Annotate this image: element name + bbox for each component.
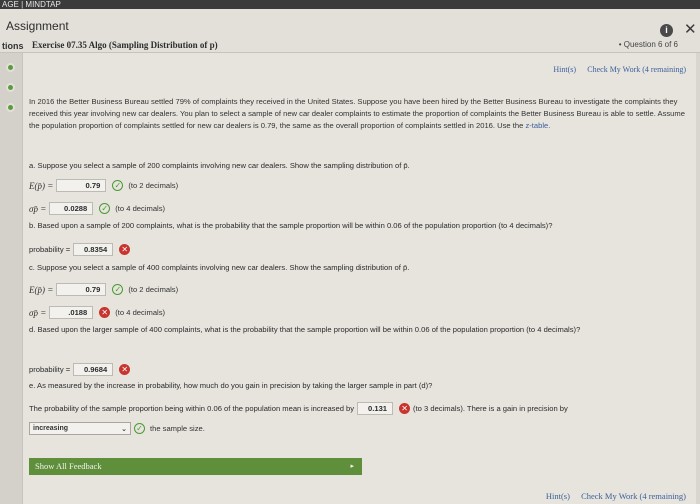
caret-right-icon: ▸ xyxy=(350,462,354,470)
incorrect-x-icon: ✕ xyxy=(119,244,131,255)
part-c-sigma-row: σp̄ = .0188 ✕ (to 4 decimals) xyxy=(29,306,165,319)
probability-label: probability = xyxy=(29,245,71,254)
part-c-text: c. Suppose you select a sample of 400 co… xyxy=(29,263,410,272)
page-title: Assignment xyxy=(6,19,69,33)
part-a-ep-note: (to 2 decimals) xyxy=(128,181,179,190)
part-e-sentence-end: (to 3 decimals). There is a gain in prec… xyxy=(413,404,568,413)
incorrect-x-icon: ✕ xyxy=(119,364,131,375)
check-my-work-link-bottom[interactable]: Check My Work (4 remaining) xyxy=(581,491,686,501)
show-all-feedback-button[interactable]: Show All Feedback ▸ xyxy=(29,458,362,475)
correct-check-icon: ✓ xyxy=(134,423,145,434)
precision-direction-select[interactable]: increasing ⌄ xyxy=(29,422,131,435)
part-a-prompt: a. Suppose you select a sample of 200 co… xyxy=(29,161,410,170)
correct-check-icon: ✓ xyxy=(112,284,124,295)
part-e-text: e. As measured by the increase in probab… xyxy=(29,381,433,390)
question-counter: • Question 6 of 6 xyxy=(618,40,678,49)
hints-link-bottom[interactable]: Hint(s) xyxy=(546,491,570,501)
hint-bar-top: Hint(s) Check My Work (4 remaining) xyxy=(553,65,686,74)
app-brand-text: AGE | MINDTAP xyxy=(2,0,61,9)
part-e-select-row: increasing ⌄ ✓ the sample size. xyxy=(29,422,205,435)
sigma-label: σp̄ = xyxy=(29,307,47,318)
part-b-prob-input[interactable]: 0.8354 xyxy=(73,243,114,256)
part-a-text: a. Suppose you select a sample of 200 co… xyxy=(29,161,410,170)
part-a-sigma-note: (to 4 decimals) xyxy=(115,204,166,213)
z-table-link[interactable]: z-table. xyxy=(525,121,550,130)
part-a-ep-input[interactable]: 0.79 xyxy=(56,179,107,192)
part-d-text: d. Based upon the larger sample of 400 c… xyxy=(29,325,581,334)
part-b-prompt: b. Based upon a sample of 200 complaints… xyxy=(29,221,552,230)
part-c-ep-row: E(p̄) = 0.79 ✓ (to 2 decimals) xyxy=(29,283,178,296)
problem-intro: In 2016 the Better Business Bureau settl… xyxy=(29,96,685,132)
part-c-sigma-note: (to 4 decimals) xyxy=(115,308,166,317)
feedback-label: Show All Feedback xyxy=(35,461,102,471)
incorrect-x-icon: ✕ xyxy=(99,307,111,318)
app-top-strip: AGE | MINDTAP xyxy=(0,0,700,9)
part-c-prompt: c. Suppose you select a sample of 400 co… xyxy=(29,263,409,272)
part-b-prob-row: probability = 0.8354 ✕ xyxy=(29,243,133,256)
part-b-text: b. Based upon a sample of 200 complaints… xyxy=(29,221,553,230)
question-status-dot-2[interactable] xyxy=(6,83,15,92)
chevron-down-icon: ⌄ xyxy=(121,425,127,433)
problem-statement: In 2016 the Better Business Bureau settl… xyxy=(29,96,685,132)
part-a-sigma-row: σp̄ = 0.0288 ✓ (to 4 decimals) xyxy=(29,202,165,215)
check-my-work-link[interactable]: Check My Work (4 remaining) xyxy=(587,65,686,74)
part-c-ep-input[interactable]: 0.79 xyxy=(56,283,107,296)
correct-check-icon: ✓ xyxy=(112,180,124,191)
problem-intro-text: In 2016 the Better Business Bureau settl… xyxy=(29,97,685,130)
select-value: increasing xyxy=(33,425,69,432)
part-a-ep-row: E(p̄) = 0.79 ✓ (to 2 decimals) xyxy=(29,179,178,192)
close-icon[interactable]: ✕ xyxy=(684,20,697,38)
part-e-select-end: the sample size. xyxy=(150,424,205,433)
questions-tab[interactable]: tions xyxy=(2,41,24,51)
exercise-title: Exercise 07.35 Algo (Sampling Distributi… xyxy=(32,40,218,50)
part-d-prob-input[interactable]: 0.9684 xyxy=(73,363,114,376)
part-c-sigma-input[interactable]: .0188 xyxy=(49,306,94,319)
part-a-sigma-input[interactable]: 0.0288 xyxy=(49,202,94,215)
hint-bar-bottom: Hint(s) Check My Work (4 remaining) xyxy=(537,491,686,501)
part-d-prompt: d. Based upon the larger sample of 400 c… xyxy=(29,324,679,336)
ep-label: E(p̄) = xyxy=(29,180,54,191)
question-card: Hint(s) Check My Work (4 remaining) In 2… xyxy=(22,53,696,504)
ep-label: E(p̄) = xyxy=(29,284,54,295)
part-e-prompt: e. As measured by the increase in probab… xyxy=(29,381,432,390)
part-e-value-input[interactable]: 0.131 xyxy=(357,402,394,415)
incorrect-x-icon: ✕ xyxy=(399,403,411,414)
question-status-dot-1[interactable] xyxy=(6,63,15,72)
part-d-prob-row: probability = 0.9684 ✕ xyxy=(29,363,133,376)
probability-label: probability = xyxy=(29,365,71,374)
hints-link[interactable]: Hint(s) xyxy=(553,65,576,74)
part-e-sentence-start: The probability of the sample proportion… xyxy=(29,404,355,413)
part-c-ep-note: (to 2 decimals) xyxy=(128,285,179,294)
part-e-answer-row: The probability of the sample proportion… xyxy=(29,402,568,415)
correct-check-icon: ✓ xyxy=(99,203,111,214)
question-nav-sidebar xyxy=(0,53,22,504)
question-status-dot-3[interactable] xyxy=(6,103,15,112)
info-circle-icon[interactable]: i xyxy=(660,24,673,37)
sigma-label: σp̄ = xyxy=(29,203,47,214)
assignment-header: Assignment tions Exercise 07.35 Algo (Sa… xyxy=(0,9,700,53)
